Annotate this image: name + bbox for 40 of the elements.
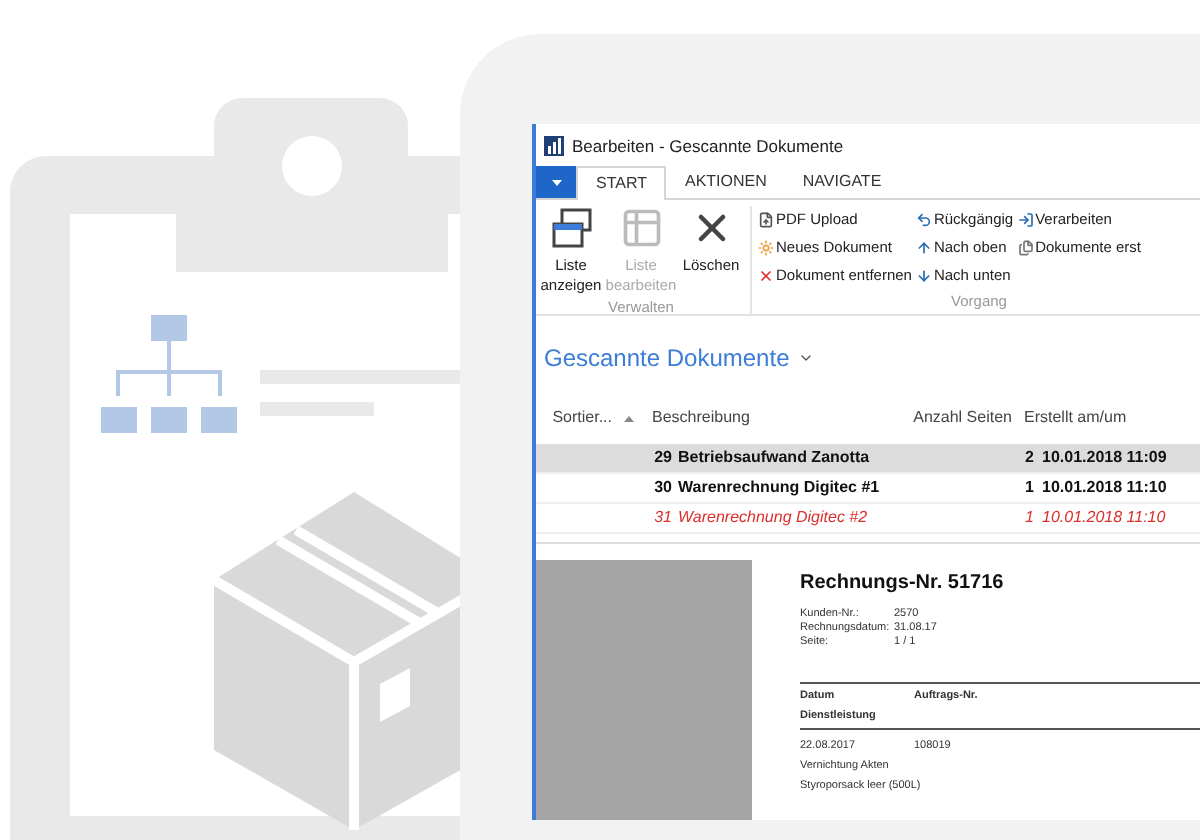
table-icon bbox=[619, 206, 663, 250]
table-cell-text: 1 bbox=[1023, 476, 1034, 500]
chart-icon bbox=[544, 136, 564, 156]
sun-icon bbox=[758, 240, 774, 256]
column-header: Erstellt am/um bbox=[1024, 406, 1127, 430]
undo-icon bbox=[915, 212, 932, 228]
files-icon bbox=[1017, 240, 1034, 256]
table-cell: 10.01.2018 11:10 bbox=[1042, 476, 1167, 500]
ribbon-tab[interactable]: AKTIONEN bbox=[666, 166, 785, 198]
table-cell-text: 31 bbox=[652, 506, 672, 530]
invoice-title: Rechnungs-Nr. 51716 bbox=[800, 572, 1006, 596]
x-icon bbox=[758, 268, 774, 284]
column-header: Anzahl Seiten bbox=[911, 406, 1012, 430]
table-cell: 10.01.2018 11:10 bbox=[1042, 506, 1166, 530]
ribbon-tab[interactable]: NAVIGATE bbox=[784, 166, 900, 198]
table-cell-text: Betriebsaufwand Zanotta bbox=[678, 446, 872, 470]
table-cell-text: Warenrechnung Digitec #2 bbox=[678, 506, 870, 530]
table-cell-text: 30 bbox=[652, 476, 672, 500]
column-header: Sortier... bbox=[550, 406, 612, 430]
caret-icon bbox=[551, 179, 561, 185]
file-icon bbox=[758, 212, 774, 228]
table-cell-text: 29 bbox=[652, 446, 672, 470]
arrow-up-icon bbox=[915, 240, 932, 256]
menu-button[interactable] bbox=[536, 166, 576, 198]
windows-icon bbox=[549, 206, 593, 250]
ribbon-tab[interactable]: START bbox=[576, 166, 667, 200]
page-title: Gescannte Dokumente bbox=[544, 342, 790, 376]
window-title: Bearbeiten - Gescannte Dokumente bbox=[572, 133, 844, 159]
chevron-down-icon bbox=[797, 350, 814, 366]
table-row[interactable]: 29 Betriebsaufwand Zanotta 2 10.01.2018 11:09 bbox=[536, 444, 1200, 474]
table-cell-text: 1 bbox=[1023, 506, 1034, 530]
table-cell: 10.01.2018 11:09 bbox=[1042, 446, 1167, 470]
table-cell-text: Warenrechnung Digitec #1 bbox=[678, 476, 882, 500]
column-header: Beschreibung bbox=[652, 406, 752, 430]
sort-icon bbox=[624, 415, 634, 421]
table-row[interactable]: 30 Warenrechnung Digitec #1 1 10.01.2018 11:10 bbox=[536, 474, 1200, 504]
table-cell-text: 2 bbox=[1023, 446, 1034, 470]
enter-icon bbox=[1017, 212, 1034, 228]
table-row[interactable]: 31 Warenrechnung Digitec #2 1 10.01.2018 11:10 bbox=[536, 504, 1200, 534]
arrow-down-icon bbox=[915, 268, 932, 284]
